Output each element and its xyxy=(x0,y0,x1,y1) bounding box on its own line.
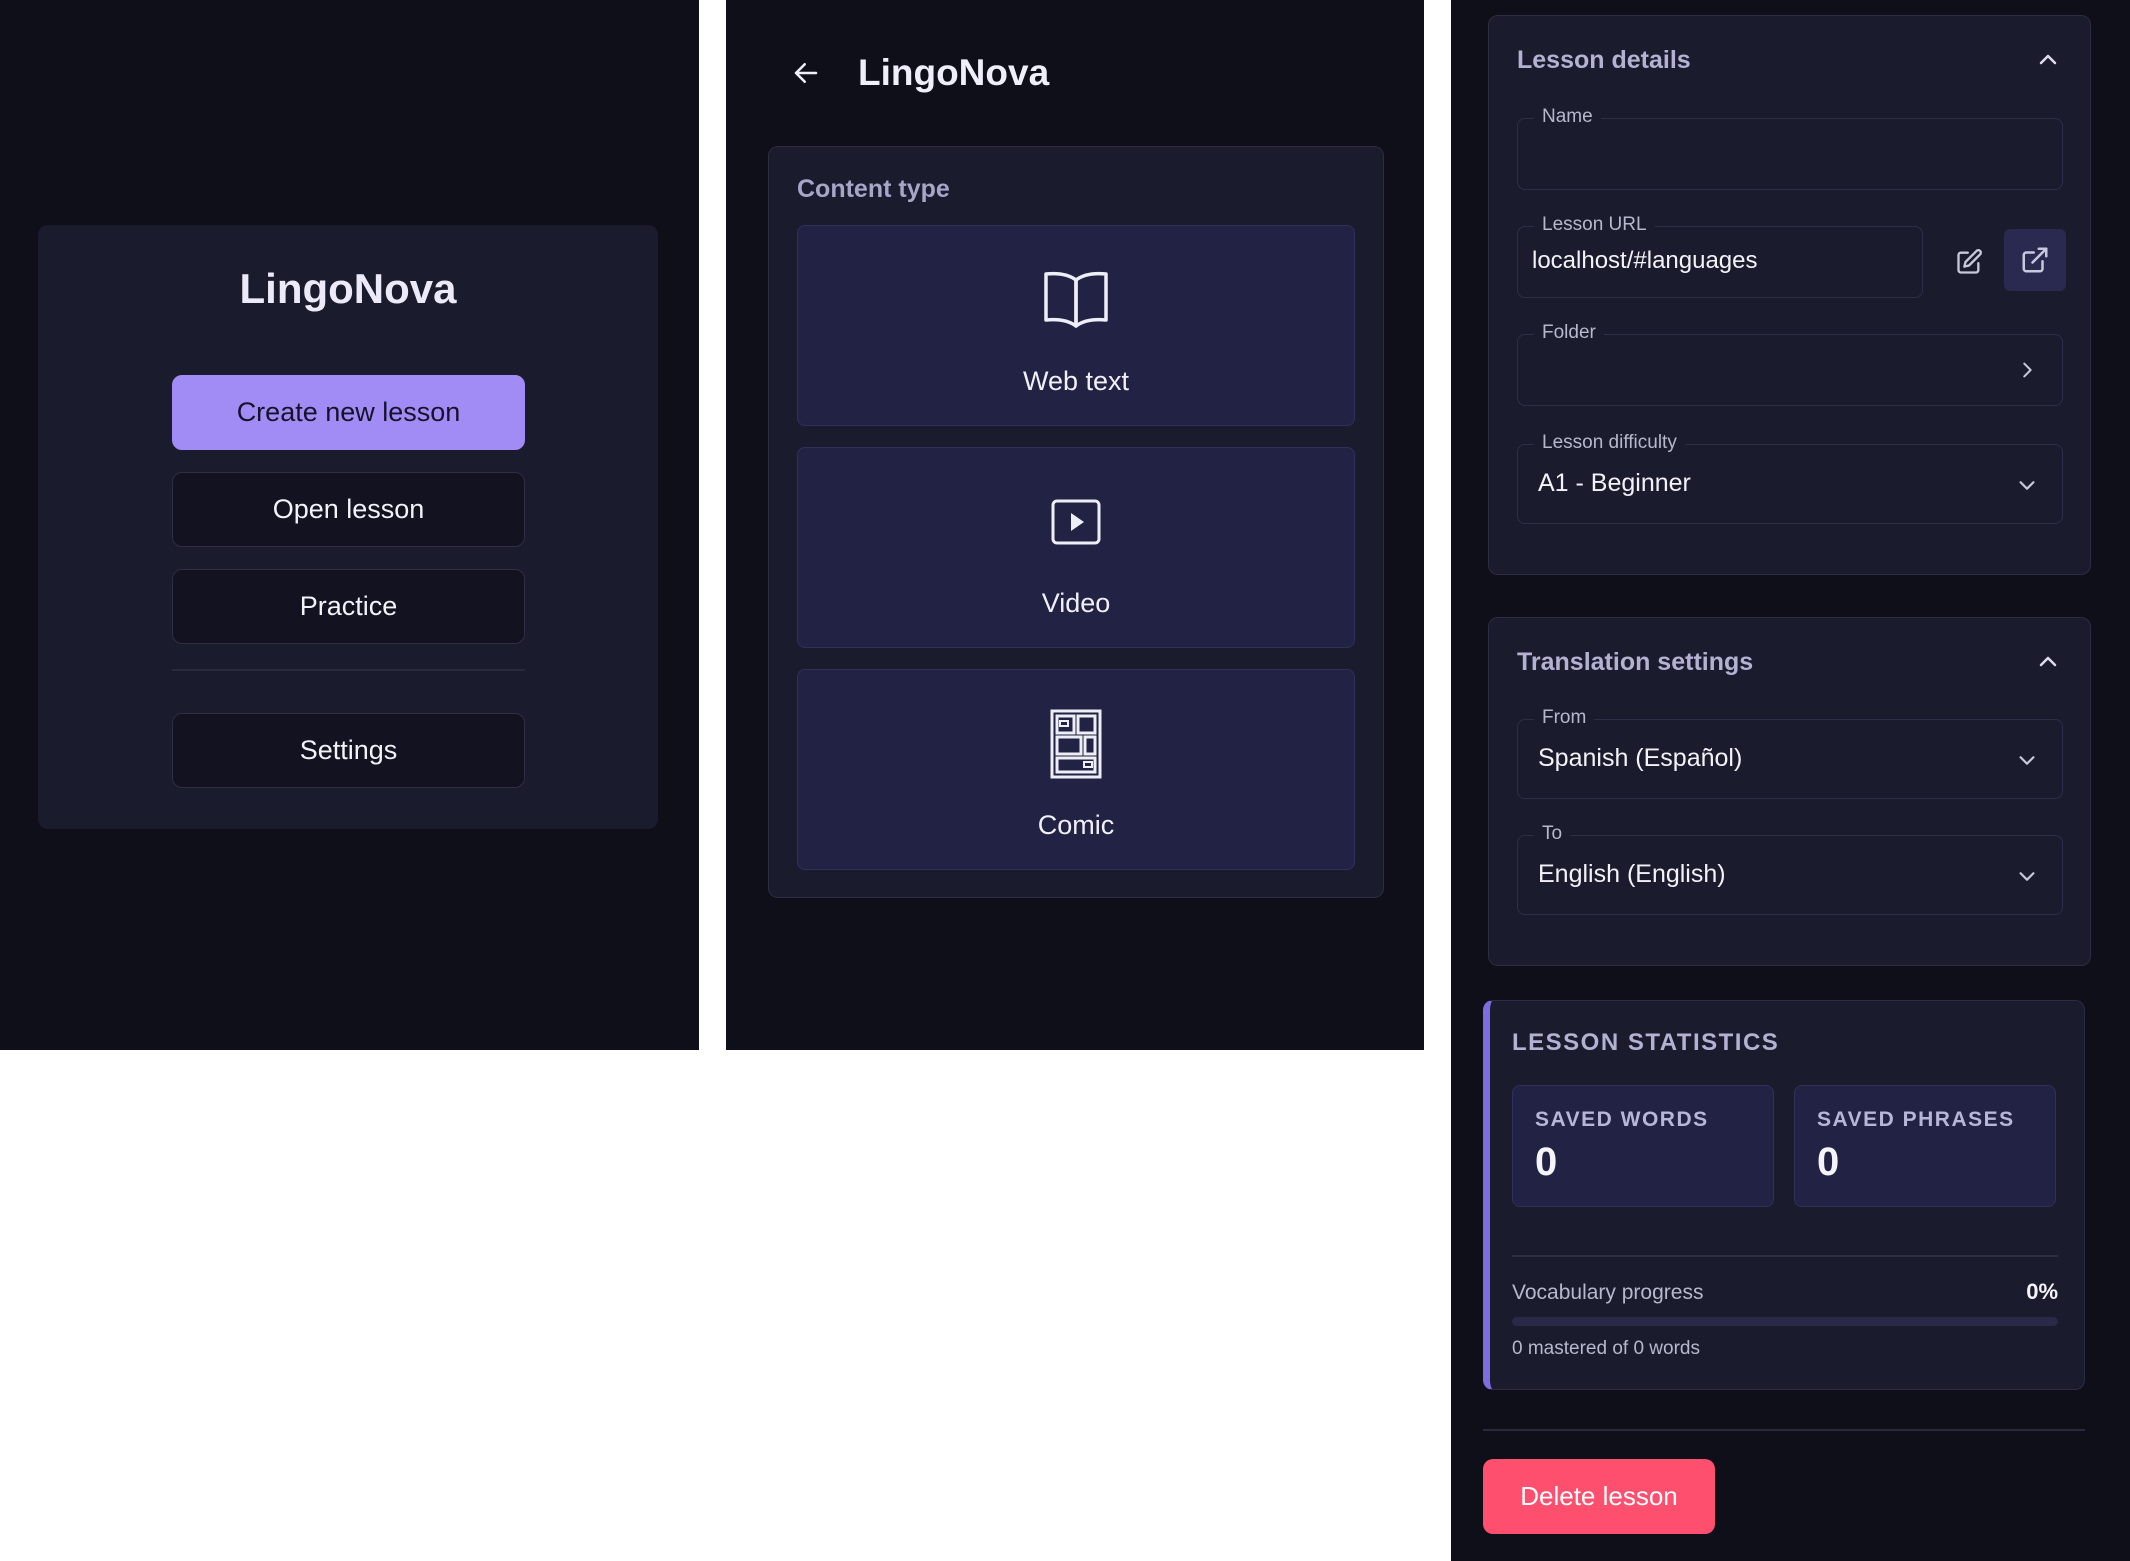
folder-field[interactable]: Folder xyxy=(1517,322,2063,406)
stat-value: 0 xyxy=(1535,1140,1558,1184)
stat-label: SAVED WORDS xyxy=(1535,1108,1709,1131)
saved-words-stat: SAVED WORDS 0 xyxy=(1512,1085,1774,1207)
section-label: Content type xyxy=(797,175,950,203)
open-url-button[interactable] xyxy=(2004,229,2066,291)
translation-settings-section: Translation settings From Spanish (Españ… xyxy=(1488,617,2091,966)
translate-to-select[interactable]: To English (English) xyxy=(1517,823,2063,915)
stats-divider xyxy=(1512,1255,2058,1257)
lesson-details-section: Lesson details Name Lesson URL localhost… xyxy=(1488,15,2091,575)
chevron-down-icon xyxy=(2016,865,2038,887)
option-label: Video xyxy=(1041,588,1111,618)
lesson-name-field[interactable]: Name xyxy=(1517,106,2063,190)
delete-lesson-button[interactable]: Delete lesson xyxy=(1483,1459,1715,1534)
chevron-down-icon xyxy=(2016,749,2038,771)
field-value: localhost/#languages xyxy=(1532,247,1758,274)
page-title: LingoNova xyxy=(858,52,1050,93)
option-label: Comic xyxy=(1037,810,1115,840)
section-title: Translation settings xyxy=(1517,648,1754,676)
home-menu-card: LingoNova Create new lesson Open lesson … xyxy=(38,225,658,829)
menu-divider xyxy=(172,669,525,671)
vocabulary-progress-detail: 0 mastered of 0 words xyxy=(1512,1338,1700,1359)
chevron-down-icon xyxy=(2016,474,2038,496)
lesson-details-panel: Lesson details Name Lesson URL localhost… xyxy=(1451,0,2130,1561)
chevron-up-icon[interactable] xyxy=(2036,650,2060,674)
saved-phrases-stat: SAVED PHRASES 0 xyxy=(1794,1085,2056,1207)
video-play-icon xyxy=(798,498,1354,546)
edit-url-button[interactable] xyxy=(1938,231,2000,293)
vocabulary-progress-percent: 0% xyxy=(2026,1279,2058,1304)
field-value: English (English) xyxy=(1538,860,1726,888)
app-title: LingoNova xyxy=(239,265,457,312)
back-arrow-icon[interactable] xyxy=(786,53,826,93)
home-panel: LingoNova Create new lesson Open lesson … xyxy=(0,0,699,1050)
translate-from-select[interactable]: From Spanish (Español) xyxy=(1517,707,2063,799)
field-label: Folder xyxy=(1534,322,1604,344)
divider xyxy=(1483,1429,2085,1431)
field-label: Lesson URL xyxy=(1534,214,1655,236)
practice-button[interactable]: Practice xyxy=(172,569,525,644)
lesson-url-field[interactable]: Lesson URL localhost/#languages xyxy=(1517,214,1923,298)
lesson-difficulty-select[interactable]: Lesson difficulty A1 - Beginner xyxy=(1517,432,2063,524)
settings-button[interactable]: Settings xyxy=(172,713,525,788)
vocabulary-progress-bar xyxy=(1512,1317,2058,1326)
book-open-icon xyxy=(798,268,1354,330)
content-type-card: Content type Web text Video Comic xyxy=(768,146,1384,898)
field-label: Lesson difficulty xyxy=(1534,432,1685,454)
stat-label: SAVED PHRASES xyxy=(1817,1108,2015,1131)
field-label: To xyxy=(1534,823,1571,845)
field-value: Spanish (Español) xyxy=(1538,744,1743,772)
chevron-right-icon xyxy=(2016,359,2038,381)
comic-panels-icon xyxy=(798,708,1354,780)
option-label: Web text xyxy=(1022,366,1130,396)
create-new-lesson-button[interactable]: Create new lesson xyxy=(172,375,525,450)
header: LingoNova xyxy=(786,48,1049,98)
external-link-icon xyxy=(2022,247,2048,273)
content-type-web-text[interactable]: Web text xyxy=(797,225,1355,426)
field-value: A1 - Beginner xyxy=(1538,469,1691,497)
open-lesson-button[interactable]: Open lesson xyxy=(172,472,525,547)
content-type-video[interactable]: Video xyxy=(797,447,1355,648)
vocabulary-progress-label: Vocabulary progress xyxy=(1512,1281,1704,1304)
field-label: Name xyxy=(1534,106,1601,128)
content-type-panel: LingoNova Content type Web text Video Co… xyxy=(726,0,1424,1050)
field-label: From xyxy=(1534,707,1595,729)
content-type-comic[interactable]: Comic xyxy=(797,669,1355,870)
stat-value: 0 xyxy=(1817,1140,1840,1184)
lesson-statistics-card: LESSON STATISTICS SAVED WORDS 0 SAVED PH… xyxy=(1483,1000,2085,1390)
section-title: Lesson details xyxy=(1517,46,1691,74)
chevron-up-icon[interactable] xyxy=(2036,48,2060,72)
stats-title: LESSON STATISTICS xyxy=(1512,1029,1780,1056)
edit-icon xyxy=(1957,249,1982,274)
